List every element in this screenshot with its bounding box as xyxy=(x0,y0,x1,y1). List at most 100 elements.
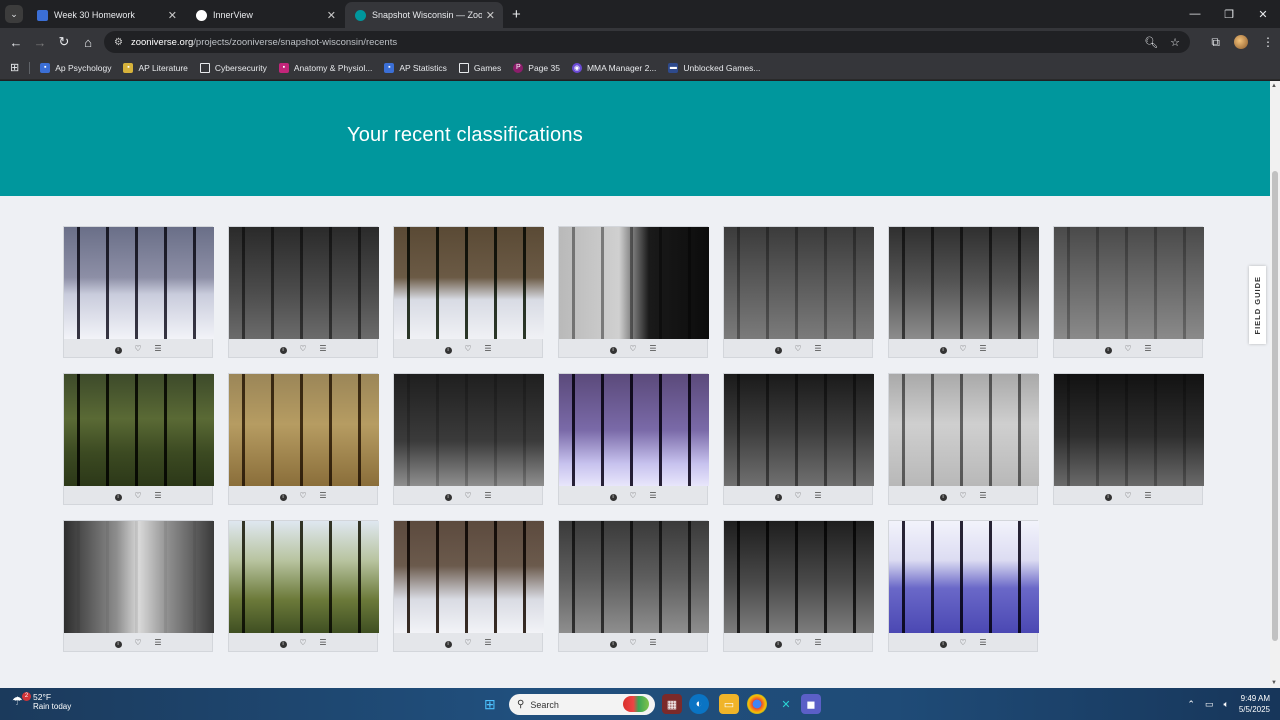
trail-camera-thumbnail[interactable] xyxy=(394,374,544,486)
chrome-icon[interactable] xyxy=(747,694,767,714)
display-icon[interactable]: ▭ xyxy=(1205,699,1214,710)
info-icon[interactable]: i xyxy=(279,491,288,501)
collections-list-icon[interactable]: ☰ xyxy=(814,344,823,353)
trail-camera-thumbnail[interactable] xyxy=(724,374,874,486)
favorite-heart-icon[interactable]: ♡ xyxy=(464,491,473,500)
info-icon[interactable]: i xyxy=(939,344,948,354)
classification-card[interactable]: i ♡ ☰ xyxy=(888,520,1039,652)
favorite-heart-icon[interactable]: ♡ xyxy=(794,344,803,353)
favorite-heart-icon[interactable]: ♡ xyxy=(1124,491,1133,500)
close-tab-icon[interactable]: ✕ xyxy=(327,9,336,22)
app-icon[interactable]: ▦ xyxy=(662,694,682,714)
trail-camera-thumbnail[interactable] xyxy=(889,374,1039,486)
forward-arrow-icon[interactable]: → xyxy=(28,35,52,50)
favorite-heart-icon[interactable]: ♡ xyxy=(464,638,473,647)
favorite-heart-icon[interactable]: ♡ xyxy=(629,344,638,353)
trail-camera-thumbnail[interactable] xyxy=(64,521,214,633)
field-guide-tab[interactable]: FIELD GUIDE xyxy=(1249,266,1266,344)
tab-search-icon[interactable]: ⌄ xyxy=(5,5,23,23)
tab-week-30-homework[interactable]: Week 30 Homework ✕ xyxy=(27,2,185,28)
collections-list-icon[interactable]: ☰ xyxy=(814,491,823,500)
zoom-icon[interactable]: 🔍︎ xyxy=(1144,36,1158,49)
classification-card[interactable]: i ♡ ☰ xyxy=(1053,373,1204,505)
classification-card[interactable]: i ♡ ☰ xyxy=(723,226,874,358)
collections-list-icon[interactable]: ☰ xyxy=(649,344,658,353)
scroll-up-icon[interactable]: ▲ xyxy=(1271,83,1277,89)
info-icon[interactable]: i xyxy=(609,344,618,354)
bookmark-ap-statistics[interactable]: ▪ AP Statistics xyxy=(384,62,447,73)
favorite-heart-icon[interactable]: ♡ xyxy=(794,638,803,647)
file-explorer-icon[interactable]: ▭ xyxy=(719,694,739,714)
close-tab-icon[interactable]: ✕ xyxy=(486,9,495,22)
bookmark-unblocked-games[interactable]: ▬ Unblocked Games... xyxy=(668,62,760,73)
url-text[interactable]: zooniverse.org/projects/zooniverse/snaps… xyxy=(131,37,1144,48)
page-scrollbar[interactable]: ▲ ▼ xyxy=(1270,81,1280,688)
info-icon[interactable]: i xyxy=(774,344,783,354)
edge-browser-icon[interactable]: ◐ xyxy=(689,694,709,714)
collections-list-icon[interactable]: ☰ xyxy=(649,491,658,500)
favorite-heart-icon[interactable]: ♡ xyxy=(959,491,968,500)
trail-camera-thumbnail[interactable] xyxy=(64,374,214,486)
bookmark-games[interactable]: Games xyxy=(458,62,501,73)
collections-list-icon[interactable]: ☰ xyxy=(154,491,163,500)
bookmark-ap-psychology[interactable]: ▪ Ap Psychology xyxy=(40,62,111,73)
restore-icon[interactable]: ❐ xyxy=(1212,0,1246,28)
collections-list-icon[interactable]: ☰ xyxy=(484,491,493,500)
favorite-heart-icon[interactable]: ♡ xyxy=(299,491,308,500)
collections-list-icon[interactable]: ☰ xyxy=(814,638,823,647)
teams-icon[interactable]: ◼ xyxy=(801,694,821,714)
info-icon[interactable]: i xyxy=(939,491,948,501)
profile-avatar[interactable] xyxy=(1234,35,1248,49)
trail-camera-thumbnail[interactable] xyxy=(724,521,874,633)
classification-card[interactable]: i ♡ ☰ xyxy=(1053,226,1204,358)
collections-list-icon[interactable]: ☰ xyxy=(979,638,988,647)
trail-camera-thumbnail[interactable] xyxy=(229,227,379,339)
collections-list-icon[interactable]: ☰ xyxy=(1144,344,1153,353)
info-icon[interactable]: i xyxy=(444,491,453,501)
trail-camera-thumbnail[interactable] xyxy=(229,521,379,633)
collections-list-icon[interactable]: ☰ xyxy=(649,638,658,647)
trail-camera-thumbnail[interactable] xyxy=(889,227,1039,339)
close-window-icon[interactable]: ✕ xyxy=(1246,0,1280,28)
classification-card[interactable]: i ♡ ☰ xyxy=(723,520,874,652)
taskbar-search[interactable]: ⚲ Search xyxy=(509,694,655,715)
bookmark-cybersecurity[interactable]: Cybersecurity xyxy=(199,62,267,73)
classification-card[interactable]: i ♡ ☰ xyxy=(393,373,544,505)
favorite-heart-icon[interactable]: ♡ xyxy=(959,344,968,353)
trail-camera-thumbnail[interactable] xyxy=(559,374,709,486)
classification-card[interactable]: i ♡ ☰ xyxy=(63,226,214,358)
classification-card[interactable]: i ♡ ☰ xyxy=(888,226,1039,358)
trail-camera-thumbnail[interactable] xyxy=(889,521,1039,633)
minimize-icon[interactable]: — xyxy=(1178,0,1212,28)
collections-list-icon[interactable]: ☰ xyxy=(979,344,988,353)
trail-camera-thumbnail[interactable] xyxy=(64,227,214,339)
collections-list-icon[interactable]: ☰ xyxy=(154,344,163,353)
classification-card[interactable]: i ♡ ☰ xyxy=(228,226,379,358)
trail-camera-thumbnail[interactable] xyxy=(559,521,709,633)
classification-card[interactable]: i ♡ ☰ xyxy=(63,373,214,505)
favorite-heart-icon[interactable]: ♡ xyxy=(1124,344,1133,353)
info-icon[interactable]: i xyxy=(1104,344,1113,354)
classification-card[interactable]: i ♡ ☰ xyxy=(393,226,544,358)
info-icon[interactable]: i xyxy=(774,491,783,501)
info-icon[interactable]: i xyxy=(444,344,453,354)
site-settings-icon[interactable]: ⚙ xyxy=(114,37,123,48)
favorite-heart-icon[interactable]: ♡ xyxy=(134,344,143,353)
windows-start-icon[interactable]: ⊞ xyxy=(484,696,496,713)
info-icon[interactable]: i xyxy=(279,344,288,354)
favorite-heart-icon[interactable]: ♡ xyxy=(134,491,143,500)
new-tab-plus-icon[interactable]: + xyxy=(512,6,521,23)
favorite-heart-icon[interactable]: ♡ xyxy=(299,344,308,353)
weather-widget[interactable]: ☂ 2 52°F Rain today xyxy=(12,691,71,711)
bookmark-page-35[interactable]: P Page 35 xyxy=(513,62,560,73)
info-icon[interactable]: i xyxy=(114,344,123,354)
trail-camera-thumbnail[interactable] xyxy=(229,374,379,486)
bookmark-mma-manager[interactable]: ◉ MMA Manager 2... xyxy=(571,62,656,73)
classification-card[interactable]: i ♡ ☰ xyxy=(63,520,214,652)
info-icon[interactable]: i xyxy=(609,638,618,648)
classification-card[interactable]: i ♡ ☰ xyxy=(558,373,709,505)
classification-card[interactable]: i ♡ ☰ xyxy=(228,373,379,505)
chevron-up-icon[interactable]: ⌃ xyxy=(1187,699,1195,710)
trail-camera-thumbnail[interactable] xyxy=(394,227,544,339)
classification-card[interactable]: i ♡ ☰ xyxy=(723,373,874,505)
